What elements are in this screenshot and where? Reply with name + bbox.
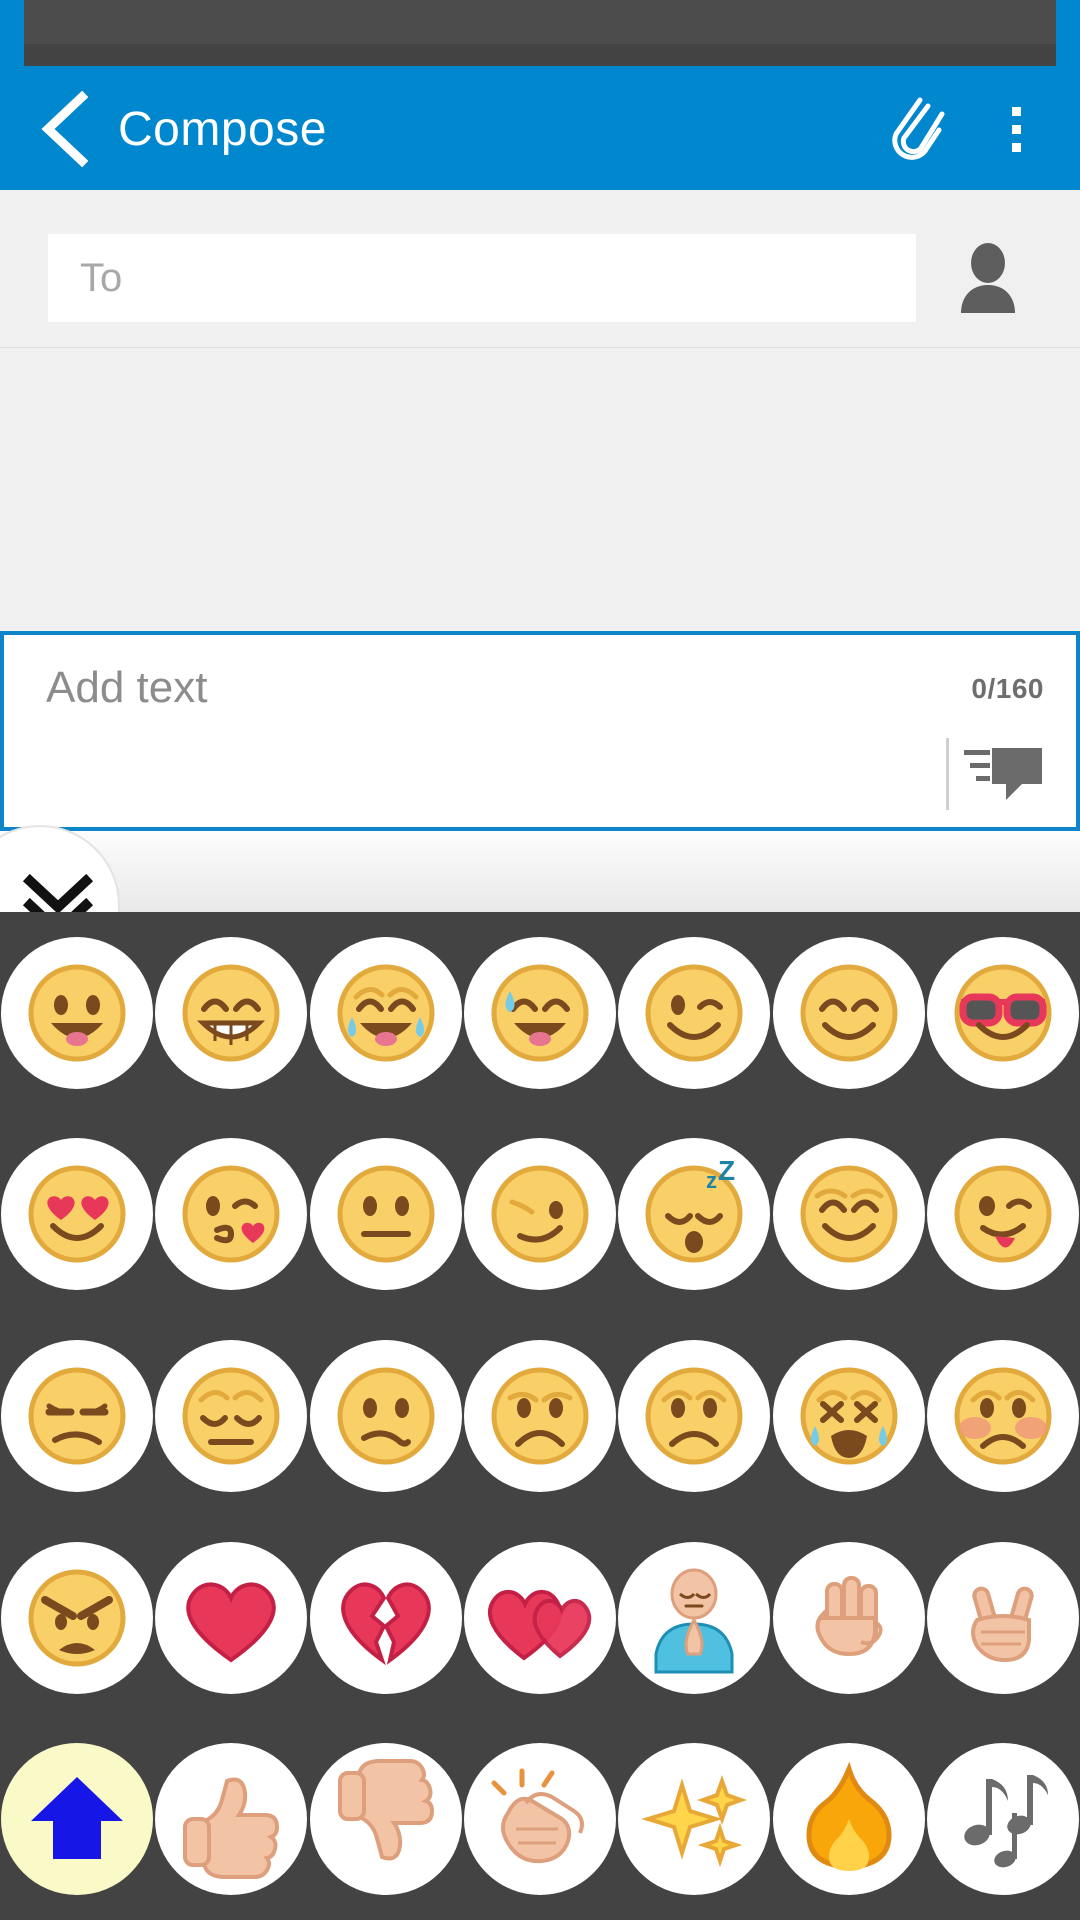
person-icon <box>955 241 1021 318</box>
character-counter: 0/160 <box>971 673 1044 704</box>
emoji-grinning-face-big-eyes[interactable] <box>1 936 154 1089</box>
overflow-dot-icon <box>1011 124 1021 134</box>
emoji-keyboard: zZ <box>0 912 1080 1920</box>
paperclip-icon <box>884 92 946 167</box>
compose-text-field[interactable]: Add text 0/160 <box>0 631 1080 831</box>
overflow-menu-button[interactable] <box>988 94 1044 164</box>
emoji-face-tears-of-joy[interactable] <box>309 936 462 1089</box>
to-field[interactable]: To <box>48 234 916 322</box>
send-message-icon <box>962 742 1046 809</box>
emoji-smiling-face-sunglasses[interactable] <box>926 936 1079 1089</box>
keyboard-collapse-strip <box>0 831 1080 912</box>
emoji-fire[interactable] <box>772 1743 925 1896</box>
emoji-worried-face[interactable] <box>618 1339 771 1492</box>
to-placeholder: To <box>80 255 123 300</box>
svg-text:z: z <box>706 1168 717 1193</box>
emoji-victory-hand[interactable] <box>926 1541 1079 1694</box>
emoji-grid: zZ <box>0 912 1080 1920</box>
emoji-neutral-face[interactable] <box>309 1138 462 1291</box>
status-bar-strip <box>24 44 1056 66</box>
emoji-sleeping-face[interactable]: zZ <box>618 1138 771 1291</box>
emoji-grinning-face-sweat[interactable] <box>463 936 616 1089</box>
emoji-person-praying[interactable] <box>618 1541 771 1694</box>
compose-placeholder: Add text <box>46 663 208 712</box>
emoji-sparkles[interactable] <box>618 1743 771 1896</box>
emoji-broken-heart[interactable] <box>309 1541 462 1694</box>
emoji-smirking-face[interactable] <box>463 1138 616 1291</box>
emoji-thumbs-down[interactable] <box>309 1743 462 1896</box>
emoji-confused-face[interactable] <box>309 1339 462 1492</box>
page-title: Compose <box>118 102 327 156</box>
emoji-relieved-face[interactable] <box>772 1138 925 1291</box>
emoji-beaming-face-smiling-eyes[interactable] <box>155 936 308 1089</box>
message-body-area[interactable] <box>0 349 1080 631</box>
emoji-thumbs-up[interactable] <box>155 1743 308 1896</box>
overflow-dot-icon <box>1011 142 1021 152</box>
emoji-pensive-face[interactable] <box>155 1339 308 1492</box>
recipient-row: To <box>0 190 1080 348</box>
emoji-clapping-hands[interactable] <box>463 1743 616 1896</box>
emoji-smiling-face-heart-eyes[interactable] <box>1 1138 154 1291</box>
emoji-frowning-face[interactable] <box>463 1339 616 1492</box>
emoji-two-hearts[interactable] <box>463 1541 616 1694</box>
emoji-loudly-crying-face[interactable] <box>772 1339 925 1492</box>
emoji-sad-blushing-face[interactable] <box>926 1339 1079 1492</box>
send-divider <box>946 738 949 810</box>
keyboard-shift-key[interactable] <box>1 1743 154 1896</box>
back-arrow-icon <box>38 91 88 167</box>
attach-button[interactable] <box>880 96 950 162</box>
send-button[interactable] <box>954 739 1054 811</box>
app-bar: Compose <box>0 68 1080 190</box>
svg-text:Z: Z <box>718 1155 735 1186</box>
emoji-musical-notes[interactable] <box>926 1743 1079 1896</box>
compose-screen: Compose To Add text 0/160 z Z <box>0 0 1080 1920</box>
status-bar <box>0 0 1080 68</box>
emoji-winking-face[interactable] <box>618 936 771 1089</box>
back-button[interactable] <box>30 91 96 167</box>
emoji-angry-face[interactable] <box>1 1541 154 1694</box>
emoji-raised-hand[interactable] <box>772 1541 925 1694</box>
emoji-red-heart[interactable] <box>155 1541 308 1694</box>
contact-picker-button[interactable] <box>942 238 1034 320</box>
emoji-winking-face-tongue[interactable] <box>926 1138 1079 1291</box>
emoji-smiling-face-smiling-eyes[interactable] <box>772 936 925 1089</box>
emoji-face-blowing-kiss[interactable] <box>155 1138 308 1291</box>
emoji-unamused-face[interactable] <box>1 1339 154 1492</box>
overflow-dot-icon <box>1011 106 1021 116</box>
